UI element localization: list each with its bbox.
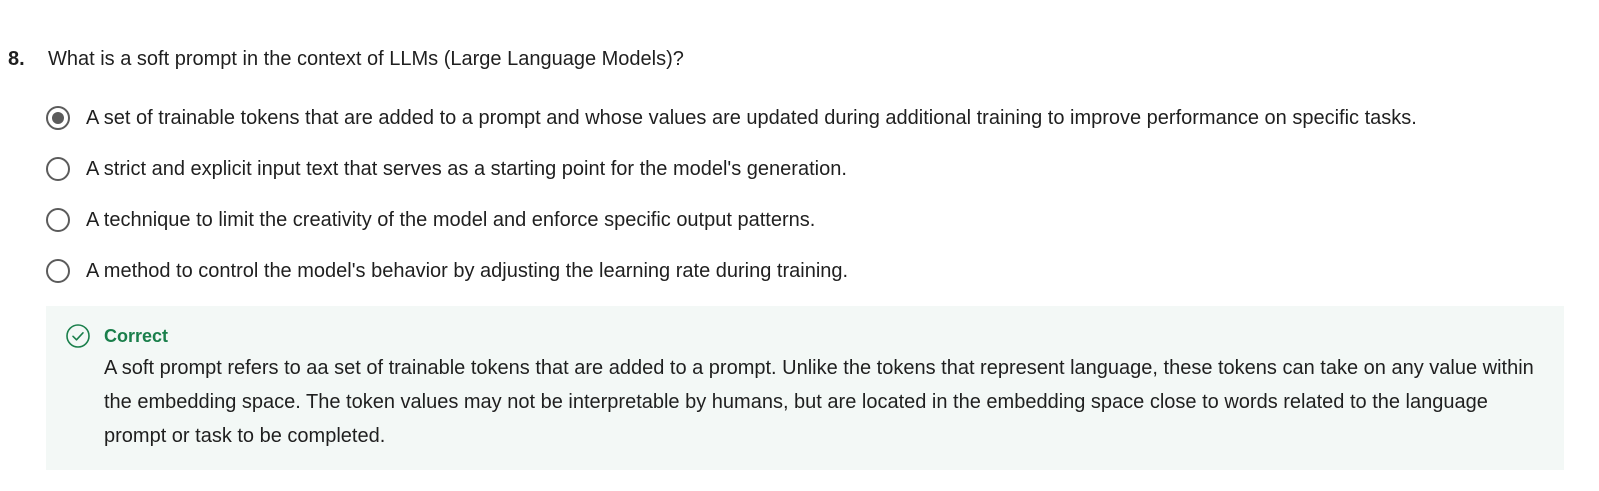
radio-button[interactable] [46,208,70,232]
radio-button[interactable] [46,157,70,181]
answer-option-label: A strict and explicit input text that se… [86,157,847,180]
answer-option-1[interactable]: A set of trainable tokens that are added… [46,102,1586,134]
answer-option-4[interactable]: A method to control the model's behavior… [46,255,1586,287]
answer-option-2[interactable]: A strict and explicit input text that se… [46,153,1586,185]
radio-button[interactable] [46,259,70,283]
feedback-status: Correct [104,326,169,346]
radio-selected-dot [52,112,64,124]
question-text: What is a soft prompt in the context of … [48,47,684,70]
feedback-explanation: A soft prompt refers to aa set of traina… [104,357,1534,447]
feedback-panel: Correct A soft prompt refers to aa set o… [46,306,1564,470]
answer-option-label: A method to control the model's behavior… [86,259,849,282]
check-circle-icon [66,324,90,348]
question-header: 8. What is a soft prompt in the context … [8,44,684,74]
answer-option-label: A set of trainable tokens that are added… [86,106,1417,129]
answer-options: A set of trainable tokens that are added… [46,102,1586,306]
quiz-question: 8. What is a soft prompt in the context … [0,0,1599,491]
radio-button[interactable] [46,106,70,130]
answer-option-label: A technique to limit the creativity of t… [86,208,816,231]
question-number: 8. [8,47,25,70]
answer-option-3[interactable]: A technique to limit the creativity of t… [46,204,1586,236]
